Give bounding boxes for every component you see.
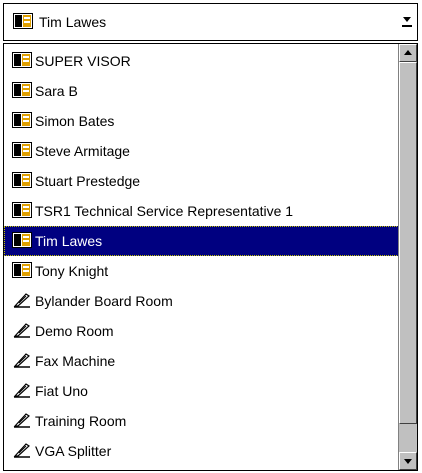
resource-combobox[interactable]: Tim Lawes xyxy=(3,3,418,41)
list-item-label: TSR1 Technical Service Representative 1 xyxy=(35,203,294,219)
vertical-scrollbar[interactable] xyxy=(398,44,417,470)
list-item[interactable]: Demo Room xyxy=(4,316,399,346)
list-item-label: Stuart Prestedge xyxy=(35,173,141,189)
list-item-label: Sara B xyxy=(35,83,78,99)
quill-resource-icon xyxy=(12,291,32,312)
resource-list[interactable]: SUPER VISOR Sara B Simon Bates Steve Armita… xyxy=(3,43,418,471)
combobox-dropdown-button[interactable] xyxy=(398,5,416,39)
person-card-icon xyxy=(12,231,32,251)
list-item[interactable]: Training Room xyxy=(4,406,399,436)
list-item[interactable]: VGA Splitter xyxy=(4,436,399,466)
quill-resource-icon xyxy=(12,411,32,432)
list-item[interactable]: Steve Armitage xyxy=(4,136,399,166)
list-item[interactable]: Fiat Uno xyxy=(4,376,399,406)
list-item[interactable]: Stuart Prestedge xyxy=(4,166,399,196)
list-item-label: Simon Bates xyxy=(35,113,115,129)
person-card-icon xyxy=(12,201,32,221)
list-item-label: Steve Armitage xyxy=(35,143,130,159)
person-card-icon xyxy=(13,12,33,32)
resource-list-rows: SUPER VISOR Sara B Simon Bates Steve Armita… xyxy=(4,46,399,466)
person-card-icon xyxy=(12,261,32,281)
list-item-label: Fiat Uno xyxy=(35,383,88,399)
combobox-current-value: Tim Lawes xyxy=(13,4,106,40)
list-item-label: Tony Knight xyxy=(35,263,109,279)
quill-resource-icon xyxy=(12,351,32,372)
list-item[interactable]: Simon Bates xyxy=(4,106,399,136)
quill-resource-icon xyxy=(12,441,32,462)
scroll-up-button[interactable] xyxy=(399,44,417,62)
person-card-icon xyxy=(12,171,32,191)
list-item[interactable]: Fax Machine xyxy=(4,346,399,376)
list-item[interactable]: Tim Lawes xyxy=(4,226,399,256)
person-card-icon xyxy=(12,111,32,131)
person-card-icon xyxy=(12,51,32,71)
list-item-label: Demo Room xyxy=(35,323,114,339)
list-item-label: Bylander Board Room xyxy=(35,293,173,309)
list-item[interactable]: Tony Knight xyxy=(4,256,399,286)
scroll-down-button[interactable] xyxy=(399,452,417,470)
list-item-label: VGA Splitter xyxy=(35,443,112,459)
list-item[interactable]: SUPER VISOR xyxy=(4,46,399,76)
list-item-label: SUPER VISOR xyxy=(35,53,131,69)
list-item-label: Tim Lawes xyxy=(35,233,103,249)
list-item[interactable]: Bylander Board Room xyxy=(4,286,399,316)
scroll-up-arrow-icon xyxy=(403,45,413,61)
list-item-label: Training Room xyxy=(35,413,127,429)
scroll-down-arrow-icon xyxy=(403,453,413,469)
quill-resource-icon xyxy=(12,381,32,402)
person-card-icon xyxy=(12,81,32,101)
combobox-value-label: Tim Lawes xyxy=(39,14,107,30)
list-item[interactable]: Sara B xyxy=(4,76,399,106)
person-card-icon xyxy=(12,141,32,161)
list-item-label: Fax Machine xyxy=(35,353,116,369)
scroll-down-arrow-icon xyxy=(401,13,413,32)
quill-resource-icon xyxy=(12,321,32,342)
scroll-thumb[interactable] xyxy=(399,62,417,424)
list-item[interactable]: TSR1 Technical Service Representative 1 xyxy=(4,196,399,226)
